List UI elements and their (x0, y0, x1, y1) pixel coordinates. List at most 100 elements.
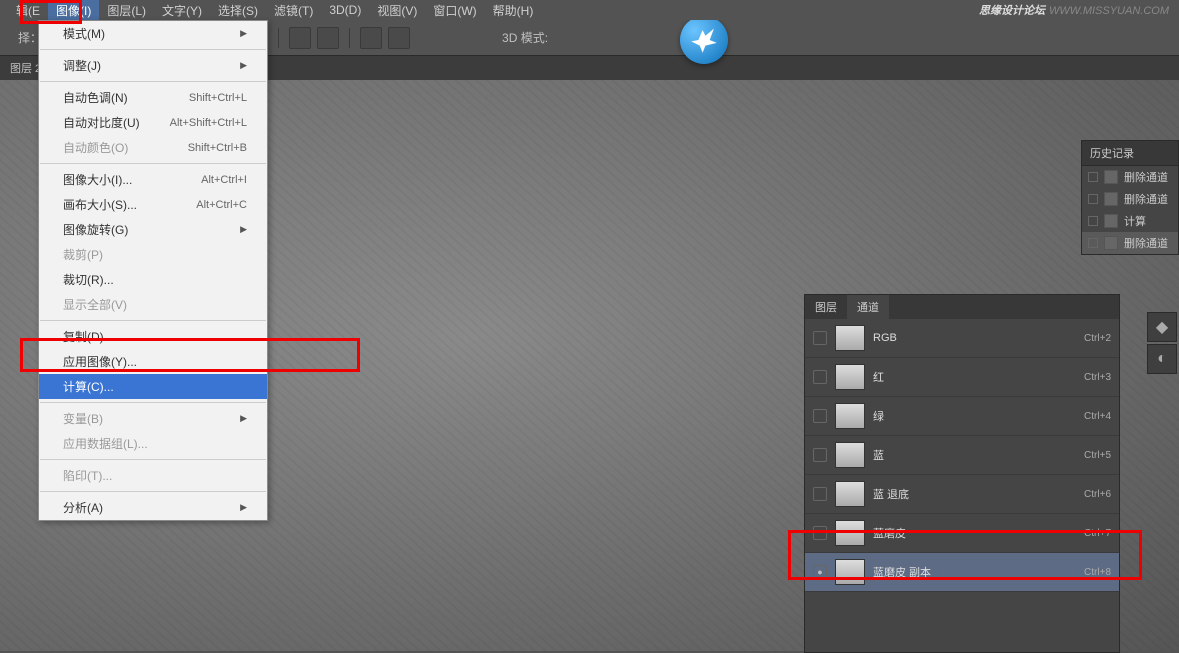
visibility-eye-icon[interactable] (813, 487, 827, 501)
menu-item[interactable]: 复制(D)... (39, 324, 267, 349)
menu-item[interactable]: 裁切(R)... (39, 267, 267, 292)
history-row-label: 计算 (1124, 213, 1146, 229)
menu-item-shortcut: Shift+Ctrl+L (189, 92, 247, 104)
history-step-icon (1104, 170, 1118, 184)
menu-type[interactable]: 文字(Y) (154, 0, 210, 21)
menu-item-shortcut: Alt+Ctrl+I (201, 174, 247, 186)
distribute-v-icon[interactable] (317, 27, 339, 49)
menu-3d[interactable]: 3D(D) (321, 1, 369, 19)
history-step-icon (1104, 192, 1118, 206)
channels-footer (805, 592, 1119, 652)
menu-item-label: 模式(M) (63, 25, 105, 42)
channel-row[interactable]: 绿 Ctrl+4 (805, 397, 1119, 436)
menu-item[interactable]: 分析(A)▶ (39, 495, 267, 520)
menu-image[interactable]: 图像(I) (48, 0, 99, 21)
menu-item-label: 裁剪(P) (63, 246, 103, 263)
channel-row[interactable]: 蓝 Ctrl+5 (805, 436, 1119, 475)
menu-separator (40, 49, 266, 50)
menu-select[interactable]: 选择(S) (210, 0, 266, 21)
menu-item[interactable]: 图像旋转(G)▶ (39, 217, 267, 242)
tab-channels[interactable]: 通道 (847, 295, 889, 319)
right-toolbar: ◆ ◐ (1145, 310, 1179, 376)
menu-item[interactable]: 调整(J) ▶ (39, 53, 267, 78)
distribute-h-icon[interactable] (289, 27, 311, 49)
channel-thumbnail (835, 325, 865, 351)
menu-item: 裁剪(P) (39, 242, 267, 267)
visibility-eye-icon[interactable] (813, 565, 827, 579)
channel-row[interactable]: 蓝磨皮Ctrl+7 (805, 514, 1119, 553)
submenu-arrow-icon: ▶ (240, 60, 247, 71)
channel-row[interactable]: 蓝 退底Ctrl+6 (805, 475, 1119, 514)
menu-item-label: 图像旋转(G) (63, 221, 128, 238)
menu-item[interactable]: 图像大小(I)... Alt+Ctrl+I (39, 167, 267, 192)
menu-item[interactable]: 模式(M)▶ (39, 21, 267, 46)
tab-layers[interactable]: 图层 (805, 295, 847, 319)
history-row[interactable]: 计算 (1082, 210, 1178, 232)
channel-shortcut: Ctrl+5 (1084, 450, 1111, 461)
menu-window[interactable]: 窗口(W) (425, 0, 484, 21)
submenu-arrow-icon: ▶ (240, 413, 247, 424)
menu-item[interactable]: 自动色调(N) Shift+Ctrl+L (39, 85, 267, 110)
menu-item-label: 变量(B) (63, 410, 103, 427)
layers-icon[interactable]: ◆ (1147, 312, 1177, 342)
menu-item-label: 图像大小(I)... (63, 171, 132, 188)
visibility-eye-icon[interactable] (813, 526, 827, 540)
menu-edit[interactable]: 辑(E (8, 0, 48, 21)
channel-thumbnail (835, 364, 865, 390)
history-row[interactable]: 删除通道 (1082, 166, 1178, 188)
visibility-eye-icon[interactable] (813, 409, 827, 423)
menu-layer[interactable]: 图层(L) (99, 0, 154, 21)
menu-item: 应用数据组(L)... (39, 431, 267, 456)
channel-shortcut: Ctrl+6 (1084, 489, 1111, 500)
menu-item-label: 陷印(T)... (63, 467, 112, 484)
history-step-icon (1104, 214, 1118, 228)
visibility-eye-icon[interactable] (813, 331, 827, 345)
visibility-eye-icon[interactable] (813, 370, 827, 384)
menu-separator (40, 320, 266, 321)
history-row-label: 删除通道 (1124, 169, 1168, 185)
opt-btn-b-icon[interactable] (388, 27, 410, 49)
menu-separator (40, 491, 266, 492)
menu-item[interactable]: 画布大小(S)...Alt+Ctrl+C (39, 192, 267, 217)
channel-name: 蓝 (873, 447, 1076, 463)
history-row[interactable]: 删除通道 (1082, 188, 1178, 210)
visibility-eye-icon[interactable] (813, 448, 827, 462)
channel-row[interactable]: 红Ctrl+3 (805, 358, 1119, 397)
image-menu-dropdown: 模式(M)▶调整(J)▶自动色调(N)Shift+Ctrl+L自动对比度(U)A… (38, 20, 268, 521)
channel-shortcut: Ctrl+4 (1084, 411, 1111, 422)
menu-item: 陷印(T)... (39, 463, 267, 488)
history-step-icon (1104, 236, 1118, 250)
menu-item-label: 调整(J) (63, 57, 101, 74)
menu-item-label: 计算(C)... (63, 378, 114, 395)
separator (349, 28, 350, 48)
channel-row[interactable]: RGB Ctrl+2 (805, 319, 1119, 358)
menu-help[interactable]: 帮助(H) (485, 0, 542, 21)
history-row-label: 删除通道 (1124, 191, 1168, 207)
menu-item[interactable]: 应用图像(Y)... (39, 349, 267, 374)
menu-item-label: 自动色调(N) (63, 89, 128, 106)
channel-shortcut: Ctrl+8 (1084, 567, 1111, 578)
menu-item-label: 分析(A) (63, 499, 103, 516)
channel-thumbnail (835, 403, 865, 429)
channel-shortcut: Ctrl+2 (1084, 333, 1111, 344)
adjust-icon[interactable]: ◐ (1147, 344, 1177, 374)
channel-row[interactable]: 蓝磨皮 副本 Ctrl+8 (805, 553, 1119, 592)
opt-btn-a-icon[interactable] (360, 27, 382, 49)
menu-separator (40, 459, 266, 460)
history-row[interactable]: 删除通道 (1082, 232, 1178, 254)
menu-item[interactable]: 计算(C)... (39, 374, 267, 399)
channel-name: 蓝磨皮 (873, 525, 1076, 541)
menu-view[interactable]: 视图(V) (369, 0, 425, 21)
menu-item-shortcut: Alt+Shift+Ctrl+L (170, 117, 247, 129)
menu-separator (40, 163, 266, 164)
channel-name: 蓝磨皮 副本 (873, 564, 1076, 580)
menu-item[interactable]: 自动对比度(U)Alt+Shift+Ctrl+L (39, 110, 267, 135)
menu-item-label: 显示全部(V) (63, 296, 127, 313)
menu-filter[interactable]: 滤镜(T) (266, 0, 321, 21)
history-row-label: 删除通道 (1124, 235, 1168, 251)
watermark: 思缘设计论坛WWW.MISSYUAN.COM (979, 2, 1169, 18)
channel-name: RGB (873, 332, 1076, 344)
channel-name: 绿 (873, 408, 1076, 424)
channel-thumbnail (835, 559, 865, 585)
menubar: 辑(E 图像(I) 图层(L) 文字(Y) 选择(S) 滤镜(T) 3D(D) … (0, 0, 1179, 20)
